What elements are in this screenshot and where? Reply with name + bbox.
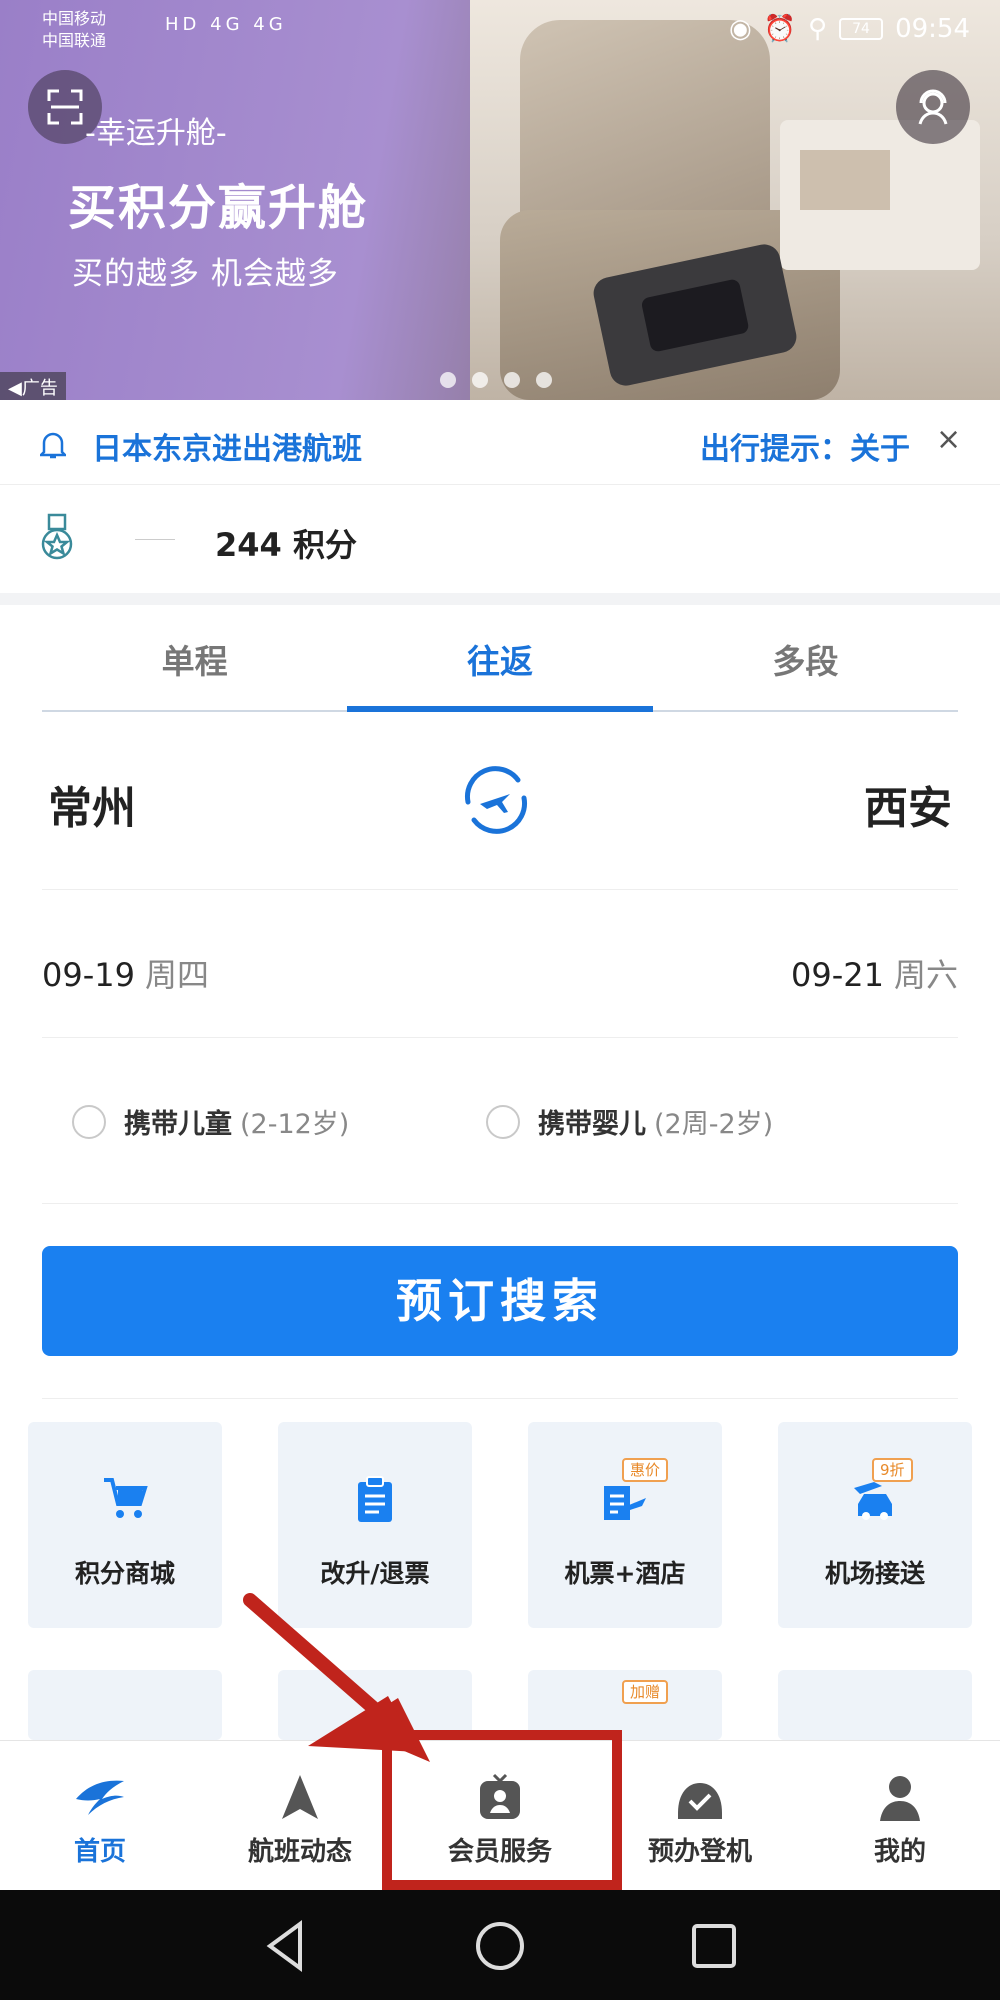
carousel-dot[interactable] [536, 372, 552, 388]
checkin-icon [678, 1783, 722, 1819]
status-bar: 中国移动 中国联通 HD 4G 4G ◉ ⏰ ⚲ 74 09:54 [0, 0, 1000, 60]
cart-icon [104, 1478, 148, 1518]
nav-profile[interactable]: 我的 [800, 1741, 1000, 1890]
tab-round-trip[interactable]: 往返 [347, 612, 653, 712]
member-level-placeholder [135, 539, 175, 540]
promo-tag: -幸运升舱- [85, 116, 227, 151]
notice-text[interactable]: 日本东京进出港航班 [92, 424, 362, 468]
customer-service-button[interactable] [896, 70, 970, 144]
return-date[interactable]: 09-21 周六 [791, 950, 958, 996]
carousel-dot[interactable] [472, 372, 488, 388]
ad-label: ◀广告 [0, 372, 66, 400]
notice-bar[interactable]: 日本东京进出港航班 出行提示：关于 × [0, 400, 1000, 485]
service-points-mall[interactable]: 积分商城 [28, 1422, 222, 1628]
tab-multi-city[interactable]: 多段 [653, 612, 958, 710]
close-icon[interactable]: × [936, 422, 961, 457]
search-button[interactable]: 预订搜索 [42, 1246, 958, 1356]
system-nav-bar [0, 1890, 1000, 2000]
clipboard-icon [358, 1476, 392, 1522]
service-airport-transfer[interactable]: 9折 机场接送 [778, 1422, 972, 1628]
location-icon: ⚲ [808, 14, 828, 44]
trip-type-tabs: 单程 往返 多段 [42, 612, 958, 712]
battery-icon: 74 [839, 18, 884, 40]
user-icon [880, 1776, 920, 1821]
recent-apps-icon[interactable] [686, 1918, 742, 1974]
service-flight-hotel[interactable]: 惠价 机票+酒店 [528, 1422, 722, 1628]
infant-option[interactable]: 携带婴儿 (2周-2岁) [486, 1102, 773, 1141]
passenger-options: 携带儿童 (2-12岁) 携带婴儿 (2周-2岁) [42, 1038, 958, 1204]
swap-cities-icon[interactable] [458, 762, 534, 838]
departure-date[interactable]: 09-19 周四 [42, 950, 209, 996]
nav-flight-status[interactable]: 航班动态 [200, 1741, 400, 1890]
points-balance: 244 积分 [215, 526, 357, 564]
carousel-dot[interactable] [504, 372, 520, 388]
bell-icon [40, 432, 66, 459]
departure-weekday: 周四 [144, 956, 209, 994]
member-card-icon [480, 1773, 520, 1819]
banner-shelf-detail [800, 150, 890, 210]
service-tile[interactable] [28, 1670, 222, 1740]
headset-user-icon [918, 89, 948, 125]
back-icon[interactable] [258, 1918, 314, 1974]
eye-icon: ◉ [728, 14, 752, 44]
clock-time: 09:54 [895, 14, 970, 44]
service-tile[interactable] [278, 1670, 472, 1740]
promo-title: 买积分赢升舱 [68, 180, 369, 236]
car-icon [854, 1482, 892, 1520]
promo-subtitle: 买的越多 机会越多 [72, 256, 339, 292]
arrival-city[interactable]: 西安 [864, 772, 952, 836]
service-tile[interactable]: 加赠 [528, 1670, 722, 1740]
child-option[interactable]: 携带儿童 (2-12岁) [72, 1102, 349, 1141]
carousel-dots [440, 372, 552, 388]
carousel-dot[interactable] [440, 372, 456, 388]
nav-checkin[interactable]: 预办登机 [600, 1741, 800, 1890]
home-circle-icon[interactable] [472, 1918, 528, 1974]
section-divider [0, 593, 1000, 605]
route-selector: 常州 西安 [42, 712, 958, 890]
infant-radio[interactable] [486, 1104, 520, 1139]
network-indicator: HD 4G 4G [165, 14, 287, 35]
date-selector: 09-19 周四 09-21 周六 [42, 890, 958, 1038]
carrier-name-2: 中国联通 [42, 31, 107, 50]
divider [42, 1398, 958, 1399]
plane-hotel-icon [604, 1486, 646, 1520]
service-tile[interactable] [778, 1670, 972, 1740]
scan-icon [47, 89, 83, 125]
carrier-name-1: 中国移动 [42, 9, 107, 28]
gift-badge: 加赠 [622, 1680, 669, 1704]
promo-banner[interactable]: 中国移动 中国联通 HD 4G 4G ◉ ⏰ ⚲ 74 09:54 -幸运升舱-… [0, 0, 1000, 400]
nav-member-service[interactable]: 会员服务 [400, 1741, 600, 1890]
medal-icon [41, 513, 73, 560]
child-radio[interactable] [72, 1104, 106, 1139]
nav-home[interactable]: 首页 [0, 1741, 200, 1890]
tab-one-way[interactable]: 单程 [42, 612, 347, 710]
bottom-nav: 首页 航班动态 会员服务 预办登机 我的 [0, 1740, 1000, 1890]
notice-tip[interactable]: 出行提示：关于 [700, 424, 910, 468]
departure-city[interactable]: 常州 [48, 772, 136, 836]
return-weekday: 周六 [893, 956, 958, 994]
swallow-logo-icon [76, 1780, 124, 1815]
navigation-arrow-icon [282, 1775, 318, 1819]
member-points-row[interactable]: 244 积分 [0, 485, 1000, 593]
service-change-refund[interactable]: 改升/退票 [278, 1422, 472, 1628]
alarm-icon: ⏰ [763, 14, 797, 44]
